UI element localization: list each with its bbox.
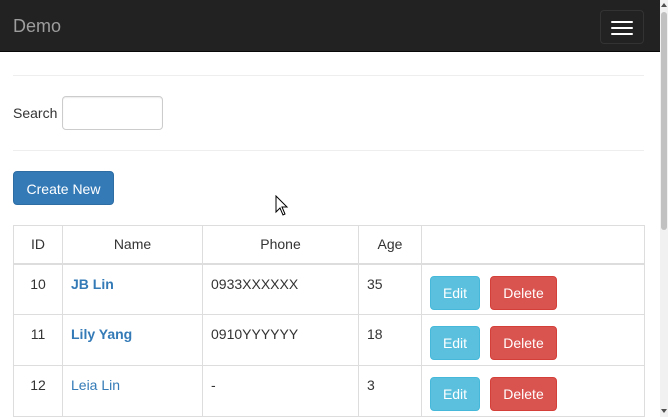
search-input[interactable]	[62, 96, 163, 130]
cell-phone: 0933XXXXXX	[202, 263, 359, 315]
cell-age: 35	[358, 263, 422, 315]
column-header-name: Name	[62, 225, 203, 265]
edit-button[interactable]: Edit	[430, 275, 480, 310]
column-header-id: ID	[13, 225, 63, 265]
navbar-brand[interactable]: Demo	[13, 16, 61, 36]
cell-phone: 0910YYYYYY	[202, 314, 359, 366]
page-scrollbar[interactable]	[660, 0, 668, 417]
cell-age: 18	[358, 314, 422, 366]
cell-age: 3	[358, 365, 422, 417]
cell-id: 11	[13, 314, 63, 366]
table-row: 11 Lily Yang 0910YYYYYY 18 Edit Delete	[13, 314, 645, 366]
cell-id: 12	[13, 365, 63, 417]
users-table: ID Name Phone Age 10 JB Lin 0933XXXXXX 3…	[13, 225, 645, 417]
scroll-thumb[interactable]	[661, 12, 667, 230]
cell-name: Lily Yang	[62, 314, 203, 366]
cell-name: Leia Lin	[62, 365, 203, 417]
edit-button[interactable]: Edit	[430, 377, 480, 411]
navbar-toggle-button[interactable]	[600, 10, 644, 44]
user-name-link[interactable]: JB Lin	[71, 276, 114, 292]
table-row: 10 JB Lin 0933XXXXXX 35 Edit Delete	[13, 263, 645, 315]
column-header-phone: Phone	[202, 225, 359, 265]
create-new-button[interactable]: Create New	[13, 171, 114, 205]
scroll-up-arrow-icon[interactable]	[661, 3, 667, 7]
cell-phone: -	[202, 365, 359, 417]
table-row: 12 Leia Lin - 3 Edit Delete	[13, 365, 645, 417]
user-name-link[interactable]: Leia Lin	[71, 377, 120, 393]
divider-middle	[13, 150, 644, 151]
delete-button[interactable]: Delete	[490, 377, 557, 411]
column-header-actions	[421, 225, 645, 265]
cell-name: JB Lin	[62, 263, 203, 315]
scroll-down-arrow-icon[interactable]	[661, 409, 667, 413]
mouse-pointer-icon	[275, 195, 289, 216]
delete-button[interactable]: Delete	[490, 275, 557, 310]
cell-actions: Edit Delete	[421, 314, 645, 366]
search-label: Search	[13, 105, 58, 121]
cell-actions: Edit Delete	[421, 365, 645, 417]
user-name-link[interactable]: Lily Yang	[71, 326, 132, 342]
divider-top	[13, 75, 644, 76]
cell-actions: Edit Delete	[421, 263, 645, 315]
column-header-age: Age	[358, 225, 422, 265]
table-header-row: ID Name Phone Age	[13, 225, 645, 265]
navbar: Demo	[0, 0, 660, 52]
cell-id: 10	[13, 263, 63, 315]
edit-button[interactable]: Edit	[430, 326, 480, 360]
delete-button[interactable]: Delete	[490, 326, 557, 360]
